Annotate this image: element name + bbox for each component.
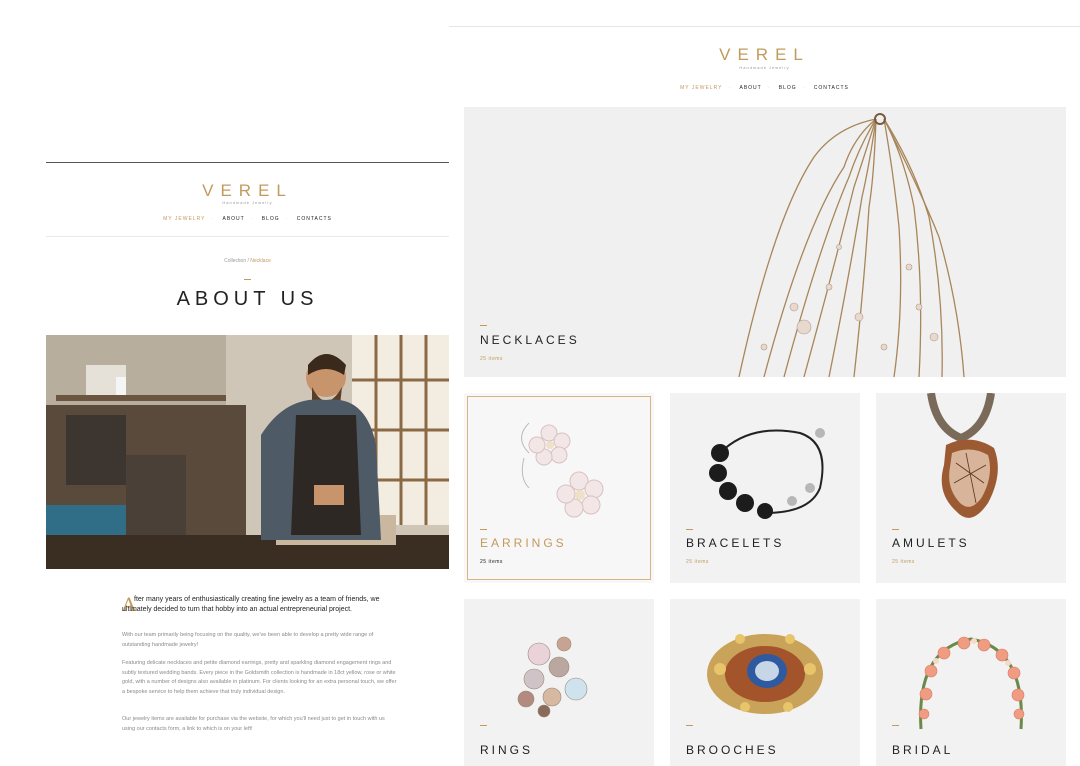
category-tile-bridal[interactable]: BRIDAL bbox=[876, 599, 1066, 766]
main-nav: MY JEWELRY · ABOUT · BLOG · CONTACTS bbox=[680, 85, 849, 91]
nav-about[interactable]: ABOUT bbox=[739, 85, 761, 91]
about-paragraph-2: Featuring delicate necklaces and petite … bbox=[122, 660, 397, 695]
site-tagline: Handmade Jewelry bbox=[739, 65, 790, 70]
main-nav: MY JEWELRY · ABOUT · BLOG · CONTACTS bbox=[163, 216, 332, 222]
page-title: ABOUT US bbox=[176, 288, 319, 310]
brooches-image bbox=[670, 599, 860, 766]
catalog-page-screen: VEREL Handmade Jewelry MY JEWELRY · ABOUT… bbox=[449, 26, 1080, 766]
category-count: 25 items bbox=[892, 559, 915, 565]
site-logo[interactable]: VEREL bbox=[46, 181, 449, 201]
site-logo[interactable]: VEREL bbox=[449, 45, 1080, 65]
category-count: 25 items bbox=[480, 356, 503, 362]
about-page-screen: VEREL Handmade Jewelry MY JEWELRY · ABOUT… bbox=[46, 162, 449, 766]
rings-image bbox=[464, 599, 654, 766]
nav-about[interactable]: ABOUT bbox=[222, 216, 244, 222]
breadcrumb-home[interactable]: Collection bbox=[224, 258, 246, 264]
tile-accent-dash bbox=[892, 529, 899, 530]
breadcrumb-separator: / bbox=[247, 258, 249, 264]
category-tile-amulets[interactable]: AMULETS 25 items bbox=[876, 393, 1066, 583]
nav-blog[interactable]: BLOG bbox=[262, 216, 280, 222]
bracelets-image bbox=[670, 393, 860, 583]
site-tagline: Handmade Jewelry bbox=[222, 200, 273, 205]
category-tile-bracelets[interactable]: BRACELETS 25 items bbox=[670, 393, 860, 583]
breadcrumb: Collection / Necklace bbox=[46, 258, 449, 264]
nav-contacts[interactable]: CONTACTS bbox=[814, 85, 849, 91]
category-name: EARRINGS bbox=[480, 536, 567, 550]
category-tile-rings[interactable]: RINGS bbox=[464, 599, 654, 766]
header-divider bbox=[46, 236, 449, 237]
category-name: AMULETS bbox=[892, 536, 970, 550]
amulets-image bbox=[876, 393, 1066, 583]
intro-text: fter many years of enthusiastically crea… bbox=[122, 596, 380, 613]
category-tile-necklaces[interactable]: NECKLACES 25 items bbox=[464, 107, 1066, 377]
tile-accent-dash bbox=[686, 725, 693, 726]
category-name: RINGS bbox=[480, 743, 534, 757]
category-name: BRACELETS bbox=[686, 536, 785, 550]
breadcrumb-current: Necklace bbox=[250, 258, 271, 264]
category-name: NECKLACES bbox=[480, 333, 580, 347]
nav-my-jewelry[interactable]: MY JEWELRY bbox=[163, 216, 205, 222]
about-paragraph-1: With our team primarily being focusing o… bbox=[122, 632, 374, 648]
about-paragraph-3: Our jewelry items are available for purc… bbox=[122, 716, 385, 732]
tile-accent-dash bbox=[686, 529, 693, 530]
title-accent-dash bbox=[244, 279, 251, 280]
category-name: BROOCHES bbox=[686, 743, 779, 757]
earrings-image bbox=[521, 422, 604, 518]
category-tile-earrings[interactable]: EARRINGS 25 items bbox=[464, 393, 654, 583]
category-tile-brooches[interactable]: BROOCHES bbox=[670, 599, 860, 766]
tile-accent-dash bbox=[480, 529, 487, 530]
nav-blog[interactable]: BLOG bbox=[779, 85, 797, 91]
nav-my-jewelry[interactable]: MY JEWELRY bbox=[680, 85, 722, 91]
tile-accent-dash bbox=[480, 725, 487, 726]
jeweler-workshop-photo bbox=[46, 335, 449, 569]
category-count: 25 items bbox=[480, 559, 503, 565]
bridal-image bbox=[876, 599, 1066, 766]
category-name: BRIDAL bbox=[892, 743, 954, 757]
tile-accent-dash bbox=[480, 325, 487, 326]
tile-accent-dash bbox=[892, 725, 899, 726]
nav-contacts[interactable]: CONTACTS bbox=[297, 216, 332, 222]
category-count: 25 items bbox=[686, 559, 709, 565]
